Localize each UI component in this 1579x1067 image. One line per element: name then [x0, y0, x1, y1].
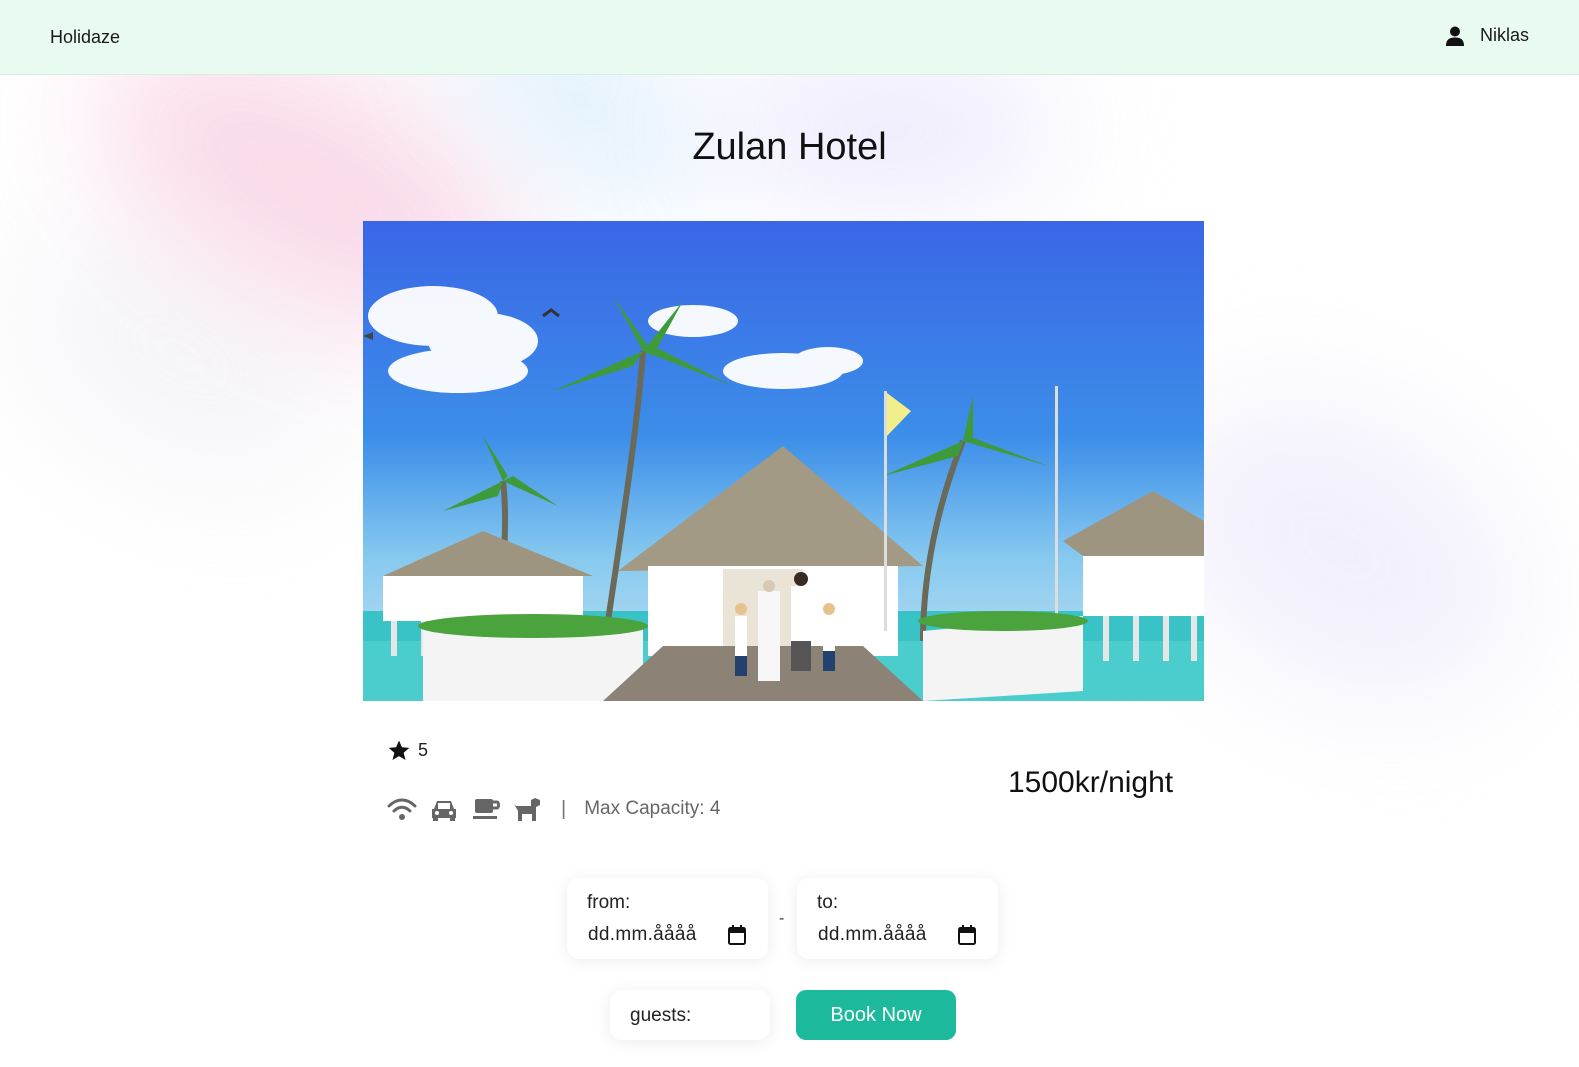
amenity-separator: | — [561, 797, 567, 820]
calendar-icon[interactable] — [728, 925, 746, 945]
rating: 5 — [388, 740, 428, 761]
to-label: to: — [817, 892, 839, 913]
rating-value: 5 — [418, 740, 429, 760]
car-icon — [432, 801, 456, 821]
from-date-input[interactable]: dd.mm.åååå — [588, 924, 697, 946]
user-icon — [1445, 26, 1464, 46]
guests-label: guests: — [630, 1005, 692, 1026]
book-now-button[interactable]: Book Now — [796, 990, 956, 1040]
user-menu[interactable]: Niklas — [1445, 25, 1529, 46]
venue-title: Zulan Hotel — [692, 126, 887, 168]
brand-logo-link[interactable]: Holidaze — [50, 27, 120, 48]
star-icon — [388, 740, 410, 760]
date-range-dash: - — [779, 910, 785, 927]
to-date-field[interactable]: to: dd.mm.åååå — [797, 878, 998, 959]
price-per-night: 1500kr/night — [1008, 766, 1174, 799]
guests-field[interactable]: guests: — [610, 990, 770, 1040]
amenities-row: | Max Capacity: 4 — [387, 796, 720, 822]
wifi-icon — [387, 798, 417, 820]
user-name[interactable]: Niklas — [1480, 25, 1529, 46]
to-date-input[interactable]: dd.mm.åååå — [818, 924, 927, 946]
calendar-icon[interactable] — [958, 925, 976, 945]
coffee-icon — [473, 799, 500, 819]
venue-image — [363, 221, 1204, 701]
max-capacity: Max Capacity: 4 — [584, 798, 721, 819]
from-label: from: — [587, 892, 631, 913]
top-navbar: Holidaze Niklas — [0, 0, 1579, 75]
from-date-field[interactable]: from: dd.mm.åååå — [567, 878, 768, 959]
dog-icon — [514, 798, 540, 821]
